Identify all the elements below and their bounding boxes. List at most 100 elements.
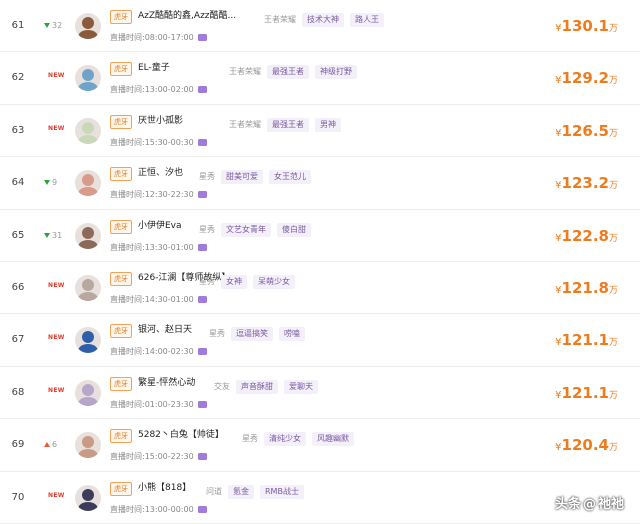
tag[interactable]: 呆萌少女 (253, 274, 295, 289)
arrow-down-icon (44, 180, 50, 186)
tag[interactable]: 氪金 (228, 484, 254, 499)
avatar[interactable] (75, 274, 101, 301)
tag[interactable]: 唠嗑 (279, 327, 305, 342)
streamer-name[interactable]: 正恒、汐也 (138, 166, 183, 181)
list-item[interactable]: 65 31 虎牙 小伊伊Eva 星秀 文艺女青年 傻白甜 直播时间:13:30-01… (0, 210, 640, 262)
live-time-value: 14:30-01:00 (144, 294, 194, 304)
live-time-label: 直播时间: (110, 452, 145, 462)
tag[interactable]: 甜美可爱 (221, 170, 263, 185)
list-item[interactable]: 66 NEW 虎牙 626-江澜【尊师故纵】 星秀 女神 呆萌少女 直播时间:14:… (0, 262, 640, 317)
watermark-author: 祂祂 (597, 497, 624, 512)
avatar-head (82, 488, 94, 501)
tv-icon (197, 400, 207, 408)
platform-badge: 虎牙 (110, 219, 132, 234)
streamer-name[interactable]: 小伊伊Eva (138, 219, 182, 234)
category[interactable]: 星秀 (209, 329, 225, 338)
streamer-name[interactable]: 繁星-怦然心动 (138, 376, 195, 391)
list-item[interactable]: 63 NEW 虎牙 厌世小孤影 王者荣耀 最强王者 男神 直播时间:15:30-00… (0, 105, 640, 160)
price: ¥126.5万 (555, 105, 618, 160)
avatar[interactable] (75, 432, 101, 459)
streamer-meta: 星秀 文艺女青年 傻白甜 (193, 219, 311, 237)
live-time-value: 13:00-02:00 (144, 85, 194, 95)
category[interactable]: 交友 (214, 382, 230, 391)
tag[interactable]: 风趣幽默 (312, 432, 354, 447)
rank-change: 31 (44, 210, 72, 262)
rank-number: 70 (11, 491, 25, 503)
category[interactable]: 问道 (206, 487, 222, 496)
tag[interactable]: 爱聊天 (284, 379, 318, 394)
streamer-meta: 王者荣耀 最强王者 神级打野 (223, 61, 357, 80)
live-time-value: 15:00-22:30 (144, 452, 194, 462)
avatar[interactable] (75, 222, 101, 249)
platform-badge: 虎牙 (110, 429, 132, 444)
live-time-label: 直播时间: (110, 33, 145, 42)
list-item[interactable]: 69 6 虎牙 5282丶白兔【帅徒】 星秀 清纯少女 风趣幽默 直播时间:15:0… (0, 419, 640, 472)
tag[interactable]: 最强王者 (267, 65, 309, 80)
rank-number: 63 (11, 124, 25, 136)
price-unit: 万 (608, 128, 618, 139)
live-time: 直播时间:08:00-17:00 (110, 32, 207, 43)
tag[interactable]: 技术大神 (302, 13, 344, 27)
platform-badge: 虎牙 (110, 271, 132, 286)
list-item[interactable]: 64 9 虎牙 正恒、汐也 星秀 甜美可爱 女王范儿 直播时间:12:30-22:3… (0, 157, 640, 210)
category[interactable]: 王者荣耀 (264, 15, 296, 24)
avatar[interactable] (75, 65, 101, 92)
tag[interactable]: 逗逼搞笑 (231, 327, 273, 342)
tag[interactable]: 女王范儿 (269, 170, 311, 185)
streamer-name[interactable]: EL-童子 (138, 61, 170, 76)
avatar-head (82, 226, 94, 239)
tag[interactable]: 女神 (221, 274, 247, 289)
price: ¥121.8万 (555, 262, 618, 317)
category[interactable]: 星秀 (199, 225, 215, 234)
tag[interactable]: 傻白甜 (277, 222, 311, 237)
arrow-down-icon (44, 232, 50, 238)
category[interactable]: 星秀 (242, 434, 258, 443)
price-unit: 万 (608, 76, 618, 87)
tag[interactable]: 文艺女青年 (221, 222, 271, 237)
live-time-label: 直播时间: (110, 137, 145, 147)
list-item[interactable]: 68 NEW 虎牙 繁星-怦然心动 交友 声音酥甜 爱聊天 直播时间:01:00-2… (0, 367, 640, 420)
live-time-label: 直播时间: (110, 190, 145, 200)
tag[interactable]: 最强王者 (267, 117, 309, 132)
streamer-name[interactable]: 小熊【818】 (138, 481, 191, 496)
streamer-name[interactable]: 厌世小孤影 (138, 114, 183, 129)
streamer-meta: 星秀 逗逼搞笑 唠嗑 (203, 323, 305, 342)
avatar[interactable] (75, 484, 101, 511)
price-value: 123.2 (561, 174, 609, 193)
price-value: 129.2 (561, 69, 609, 88)
avatar[interactable] (75, 170, 101, 197)
new-badge: NEW (48, 124, 65, 132)
avatar[interactable] (75, 117, 101, 144)
tag[interactable]: 神级打野 (315, 65, 357, 80)
live-time-value: 13:30-01:00 (144, 242, 194, 252)
streamer-name[interactable]: 银河、赵日天 (138, 323, 192, 338)
list-item[interactable]: 62 NEW 虎牙 EL-童子 王者荣耀 最强王者 神级打野 直播时间:13:00-… (0, 52, 640, 105)
streamer-name[interactable]: 5282丶白兔【帅徒】 (138, 428, 224, 443)
tv-icon (197, 34, 207, 41)
avatar[interactable] (75, 327, 101, 354)
list-item[interactable]: 61 32 虎牙 AzZ酷酷的鑫,Azz酷酷... 王者荣耀 技术大神 路人王 直播… (0, 0, 640, 53)
tag[interactable]: 男神 (315, 117, 341, 132)
tv-icon (197, 243, 207, 251)
tag[interactable]: 路人王 (350, 13, 384, 27)
live-time-label: 直播时间: (110, 399, 145, 409)
list-item[interactable]: 70 NEW 虎牙 小熊【818】 问道 氪金 RMB战士 直播时间:13:00-0… (0, 472, 640, 524)
streamer-meta: 问道 氪金 RMB战士 (200, 481, 304, 499)
avatar[interactable] (75, 13, 101, 39)
streamer-name[interactable]: AzZ酷酷的鑫,Azz酷酷... (138, 9, 236, 24)
rank-number: 69 (11, 439, 25, 451)
category[interactable]: 星秀 (199, 172, 215, 181)
rank-change-value: 9 (52, 178, 58, 188)
tv-icon (197, 138, 207, 146)
avatar-head (82, 383, 94, 396)
avatar[interactable] (75, 379, 101, 406)
tag[interactable]: 清纯少女 (264, 432, 306, 447)
platform-badge: 虎牙 (110, 62, 132, 77)
avatar-image (75, 274, 101, 301)
category[interactable]: 星秀 (199, 277, 215, 286)
category[interactable]: 王者荣耀 (229, 120, 261, 129)
tag[interactable]: RMB战士 (260, 484, 304, 499)
list-item[interactable]: 67 NEW 虎牙 银河、赵日天 星秀 逗逼搞笑 唠嗑 直播时间:14:00-02:… (0, 314, 640, 367)
category[interactable]: 王者荣耀 (229, 67, 261, 76)
tag[interactable]: 声音酥甜 (236, 379, 278, 394)
